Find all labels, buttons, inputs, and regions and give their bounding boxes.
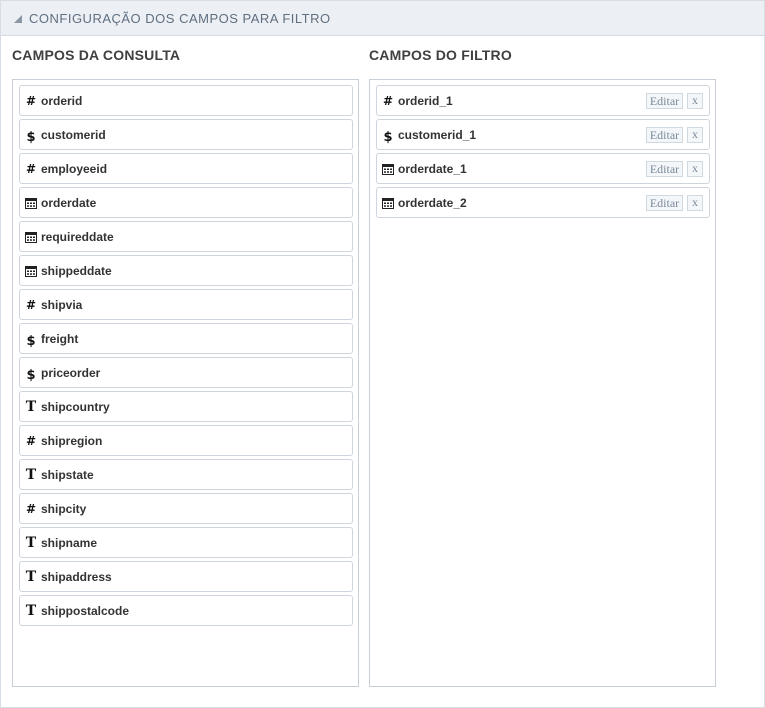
edit-button[interactable]: Editar	[646, 161, 683, 177]
filter-field-item[interactable]: $ customerid_1 Editar x	[376, 119, 710, 150]
field-label: shippostalcode	[41, 604, 130, 618]
remove-button[interactable]: x	[687, 161, 703, 177]
edit-button[interactable]: Editar	[646, 127, 683, 143]
edit-button[interactable]: Editar	[646, 93, 683, 109]
query-fields-title: CAMPOS DA CONSULTA	[12, 47, 181, 63]
field-label: orderdate_2	[398, 196, 467, 210]
dollar-icon: $	[383, 129, 393, 145]
query-field-item[interactable]: requireddate	[19, 221, 353, 252]
query-field-item[interactable]: # shipvia	[19, 289, 353, 320]
query-field-item[interactable]: orderdate	[19, 187, 353, 218]
text-icon: T	[25, 535, 37, 551]
text-icon: T	[25, 569, 37, 585]
dollar-icon: $	[26, 333, 36, 349]
filter-config-panel: CONFIGURAÇÃO DOS CAMPOS PARA FILTRO CAMP…	[0, 0, 765, 708]
filter-fields-list[interactable]: # orderid_1 Editar x $ customerid_1 Editar x ord…	[369, 79, 716, 687]
hash-icon: #	[25, 502, 37, 516]
hash-icon: #	[25, 162, 37, 176]
field-label: orderdate	[41, 196, 97, 210]
field-label: shipname	[41, 536, 98, 550]
query-field-item[interactable]: Tshipcountry	[19, 391, 353, 422]
text-icon: T	[25, 467, 37, 483]
filter-field-item[interactable]: orderdate_2 Editar x	[376, 187, 710, 218]
calendar-icon	[24, 262, 38, 280]
dollar-icon: $	[26, 367, 36, 383]
field-label: shipvia	[41, 298, 83, 312]
calendar-icon	[24, 228, 38, 246]
query-field-item[interactable]: $ customerid	[19, 119, 353, 150]
field-label: orderdate_1	[398, 162, 467, 176]
calendar-icon	[381, 194, 395, 212]
dollar-icon: $	[26, 129, 36, 145]
field-label: orderid_1	[398, 94, 453, 108]
filter-field-item[interactable]: # orderid_1 Editar x	[376, 85, 710, 116]
filter-fields-title: CAMPOS DO FILTRO	[369, 47, 512, 63]
query-field-item[interactable]: # shipcity	[19, 493, 353, 524]
panel-body: CAMPOS DA CONSULTA CAMPOS DO FILTRO # ord…	[1, 37, 764, 707]
field-label: freight	[41, 332, 79, 346]
hash-icon: #	[25, 298, 37, 312]
field-label: orderid	[41, 94, 83, 108]
query-field-item[interactable]: Tshipname	[19, 527, 353, 558]
query-field-item[interactable]: Tshipstate	[19, 459, 353, 490]
panel-header[interactable]: CONFIGURAÇÃO DOS CAMPOS PARA FILTRO	[1, 1, 764, 36]
field-label: shipregion	[41, 434, 103, 448]
hash-icon: #	[25, 434, 37, 448]
query-field-item[interactable]: shippeddate	[19, 255, 353, 286]
field-label: shipcity	[41, 502, 87, 516]
edit-button[interactable]: Editar	[646, 195, 683, 211]
field-label: customerid_1	[398, 128, 477, 142]
query-field-item[interactable]: # orderid	[19, 85, 353, 116]
query-field-item[interactable]: # employeeid	[19, 153, 353, 184]
field-label: requireddate	[41, 230, 114, 244]
field-label: employeeid	[41, 162, 108, 176]
field-label: shipaddress	[41, 570, 112, 584]
hash-icon: #	[25, 94, 37, 108]
field-label: shipstate	[41, 468, 94, 482]
query-field-item[interactable]: $ freight	[19, 323, 353, 354]
field-label: shipcountry	[41, 400, 110, 414]
text-icon: T	[25, 603, 37, 619]
panel-title: CONFIGURAÇÃO DOS CAMPOS PARA FILTRO	[29, 11, 331, 26]
remove-button[interactable]: x	[687, 195, 703, 211]
text-icon: T	[25, 399, 37, 415]
field-label: priceorder	[41, 366, 101, 380]
query-field-item[interactable]: Tshipaddress	[19, 561, 353, 592]
query-field-item[interactable]: # shipregion	[19, 425, 353, 456]
hash-icon: #	[382, 94, 394, 108]
remove-button[interactable]: x	[687, 127, 703, 143]
field-label: shippeddate	[41, 264, 112, 278]
query-field-item[interactable]: $ priceorder	[19, 357, 353, 388]
query-field-item[interactable]: Tshippostalcode	[19, 595, 353, 626]
calendar-icon	[24, 194, 38, 212]
collapse-triangle-icon[interactable]	[13, 14, 23, 24]
remove-button[interactable]: x	[687, 93, 703, 109]
calendar-icon	[381, 160, 395, 178]
query-fields-list[interactable]: # orderid $ customerid # employeeid orderdate r…	[12, 79, 359, 687]
filter-field-item[interactable]: orderdate_1 Editar x	[376, 153, 710, 184]
field-label: customerid	[41, 128, 106, 142]
